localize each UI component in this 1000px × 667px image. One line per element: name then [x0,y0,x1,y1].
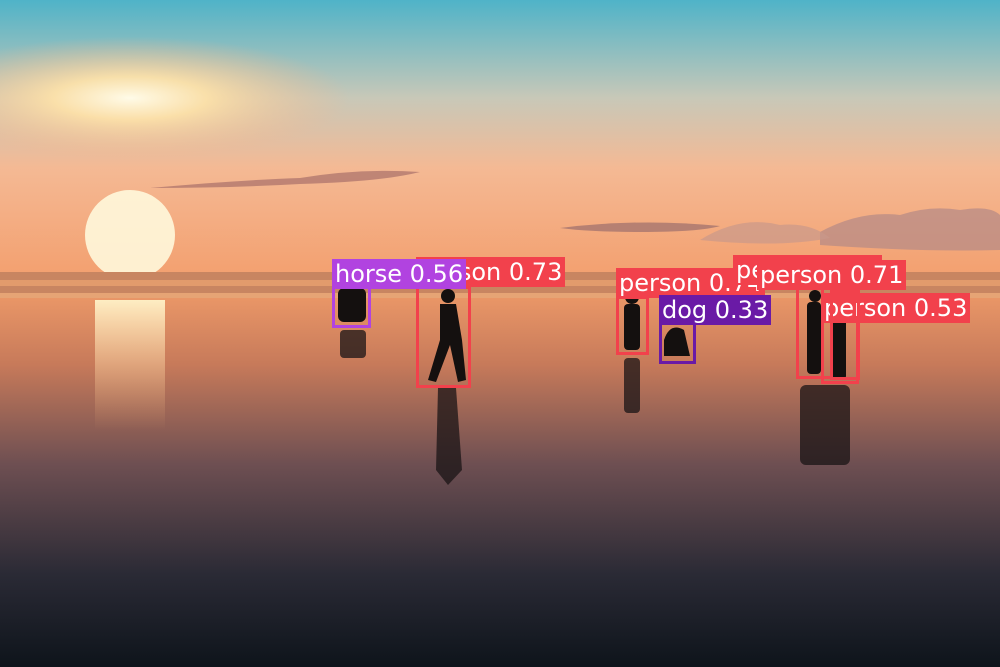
person-detection-box [616,296,649,355]
person-detection-box [796,287,833,379]
person-detection-box [416,286,471,388]
horse-detection-box [332,283,371,328]
sun [85,190,175,280]
dog-detection-box [659,320,696,364]
person-detection-box [830,290,860,380]
sun-reflection [95,300,165,430]
photo-scene: person 0.73 horse 0.56 person 0.74 dog 0.33… [0,0,1000,667]
horse-detection-label: horse 0.56 [332,259,467,289]
person-detection-label: person 0.71 [757,260,907,290]
dog-detection-label: dog 0.33 [659,295,772,325]
